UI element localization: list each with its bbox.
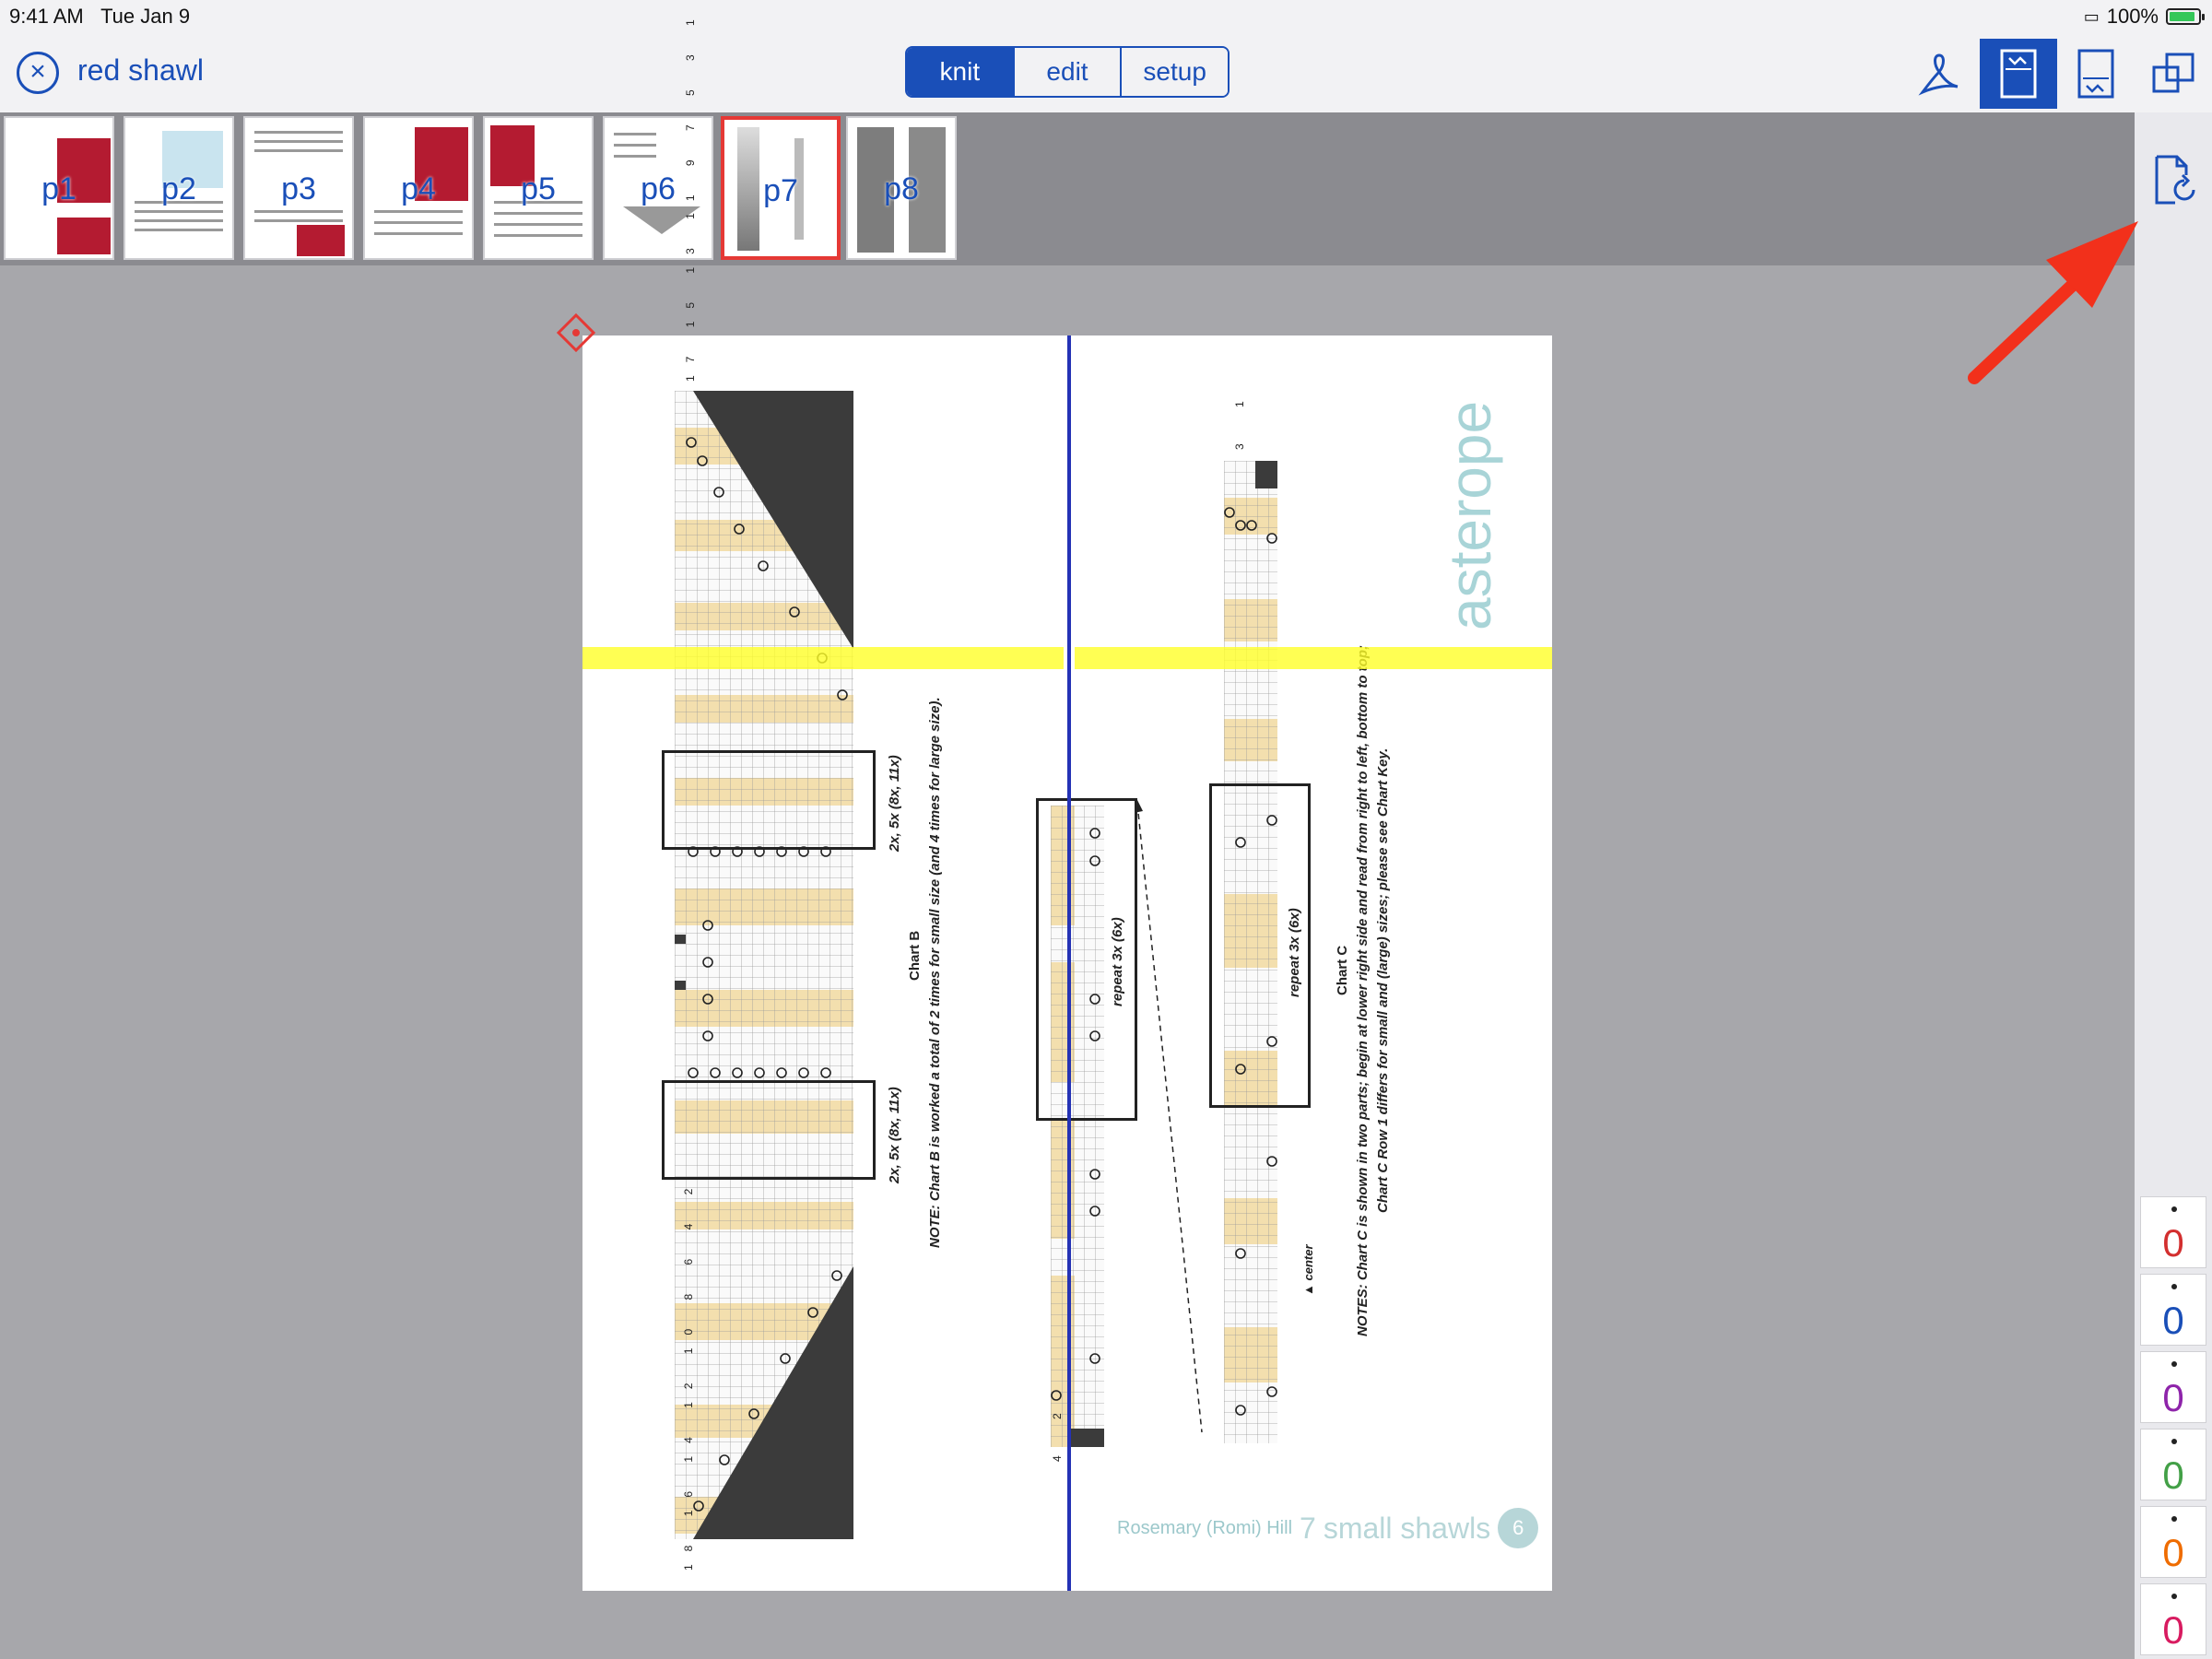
chart-c-note-1: NOTES: Chart C is shown in two parts; be… [1355, 645, 1371, 1336]
counter-dot [2171, 1439, 2177, 1444]
thumbnail-p3[interactable]: p3 [243, 116, 354, 260]
counter-value: 0 [2162, 1376, 2184, 1419]
thumbnail-label: p1 [41, 171, 76, 206]
row-counter[interactable]: 0 [2140, 1274, 2206, 1346]
status-time: 9:41 AM Tue Jan 9 [9, 5, 190, 29]
row-numbers-bottom: 18 16 14 12 10 8 6 4 2 [682, 1175, 695, 1571]
thumbnail-p2[interactable]: p2 [124, 116, 234, 260]
thumbnail-label: p5 [521, 171, 556, 206]
mode-edit-button[interactable]: edit [1014, 48, 1123, 96]
chart-view-alt-button[interactable] [2057, 39, 2135, 109]
mode-knit-button[interactable]: knit [907, 48, 1015, 96]
document-title: red shawl [77, 53, 204, 87]
counter-value: 0 [2162, 1608, 2184, 1652]
pdf-tool-icon [1918, 53, 1959, 96]
thumbnail-label: p7 [763, 173, 798, 208]
row-counter[interactable]: 0 [2140, 1583, 2206, 1655]
chart-b-title: Chart B [907, 930, 923, 981]
chart-b-grid [675, 391, 853, 1539]
counter-value: 0 [2162, 1299, 2184, 1342]
counter-value: 0 [2162, 1453, 2184, 1497]
place-marker-button[interactable] [555, 312, 597, 354]
repeat-label-bottom: 2x, 5x (8x, 11x) [887, 1087, 902, 1183]
pdf-tool-button[interactable] [1900, 39, 1978, 109]
chart-view-icon [2000, 49, 2037, 99]
chart-view-button[interactable] [1980, 39, 2057, 109]
annotation-arrow [1968, 221, 2138, 384]
thumbnail-p8[interactable]: p8 [846, 116, 957, 260]
thumbnail-label: p6 [641, 171, 676, 206]
counter-dot [2171, 1284, 2177, 1289]
chart-c-note-2: Chart C Row 1 differs for small and (lar… [1375, 747, 1391, 1213]
rotate-page-icon [2155, 155, 2195, 205]
battery-percent: 100% [2106, 5, 2159, 28]
page-footer: Rosemary (Romi) Hill 7 small shawls 6 [1117, 1508, 1539, 1548]
thumbnail-label: p2 [161, 171, 196, 206]
mid-top-numbers: 3 1 [1233, 384, 1246, 450]
row-counter[interactable]: 0 [2140, 1506, 2206, 1578]
thumbnail-p5[interactable]: p5 [483, 116, 594, 260]
repeat-label-top: 2x, 5x (8x, 11x) [887, 755, 902, 852]
rotate-page-button[interactable] [2151, 153, 2199, 206]
counter-value: 0 [2162, 1221, 2184, 1265]
status-bar: 9:41 AM Tue Jan 9 ▭ 100% [0, 0, 2212, 33]
mid-bottom-numbers: 4 2 [1051, 1396, 1064, 1462]
thumbnail-label: p3 [281, 171, 316, 206]
repeat-right-label: repeat 3x (6x) [1287, 908, 1302, 997]
thumb-photo [297, 225, 345, 256]
thumb-photo [57, 218, 111, 254]
column-marker-line[interactable] [1067, 335, 1071, 1591]
page-number-badge: 6 [1498, 1508, 1539, 1548]
counter-dot [2171, 1594, 2177, 1599]
chart-b-note: NOTE: Chart B is worked a total of 2 tim… [927, 697, 943, 1248]
counter-value: 0 [2162, 1531, 2184, 1574]
row-counter[interactable]: 0 [2140, 1351, 2206, 1423]
thumbnail-p4[interactable]: p4 [363, 116, 474, 260]
author-name: Rosemary (Romi) Hill [1117, 1517, 1293, 1538]
dashed-connector [1135, 800, 1203, 1433]
mode-switch: knit edit setup [905, 46, 1230, 98]
counter-dot [2171, 1516, 2177, 1522]
airplay-icon: ▭ [2083, 6, 2100, 26]
book-name: small shawls [1323, 1511, 1491, 1545]
row-counter[interactable]: 0 [2140, 1196, 2206, 1268]
counter-dot [2171, 1361, 2177, 1367]
place-marker-icon [556, 312, 596, 353]
thumbnail-p7[interactable]: p7 [721, 116, 841, 260]
window-copy-icon [2152, 53, 2194, 93]
repeat-mid-label: repeat 3x (6x) [1110, 917, 1125, 1006]
chart-view-alt-icon [2077, 49, 2114, 99]
date: Tue Jan 9 [100, 5, 191, 28]
close-icon: × [29, 56, 46, 87]
center-label: ▲ center [1301, 1244, 1315, 1296]
row-counter[interactable]: 0 [2140, 1429, 2206, 1500]
counter-dot [2171, 1206, 2177, 1212]
clock: 9:41 AM [9, 5, 84, 28]
thumbnail-label: p4 [401, 171, 436, 206]
thumbnail-label: p8 [884, 171, 919, 206]
pattern-title: asterope [1437, 400, 1503, 630]
thumbnail-strip: p1 p2 p3 p4 p5 p6 p7 p8 [0, 112, 2135, 265]
status-right: ▭ 100% [2083, 5, 2205, 29]
battery-icon [2166, 8, 2205, 25]
thumbnail-p6[interactable]: p6 [603, 116, 713, 260]
chart-c-title: Chart C [1335, 945, 1350, 995]
book-number: 7 [1300, 1511, 1316, 1545]
close-button[interactable]: × [17, 52, 59, 94]
nav-bar: × red shawl knit edit setup [0, 33, 2212, 112]
window-copy-button[interactable] [2135, 39, 2212, 109]
mode-setup-button[interactable]: setup [1122, 48, 1228, 96]
thumbnail-p1[interactable]: p1 [4, 116, 114, 260]
repeat-box-bottom [662, 1080, 876, 1180]
battery-fill [2170, 12, 2194, 21]
repeat-box-top [662, 750, 876, 850]
